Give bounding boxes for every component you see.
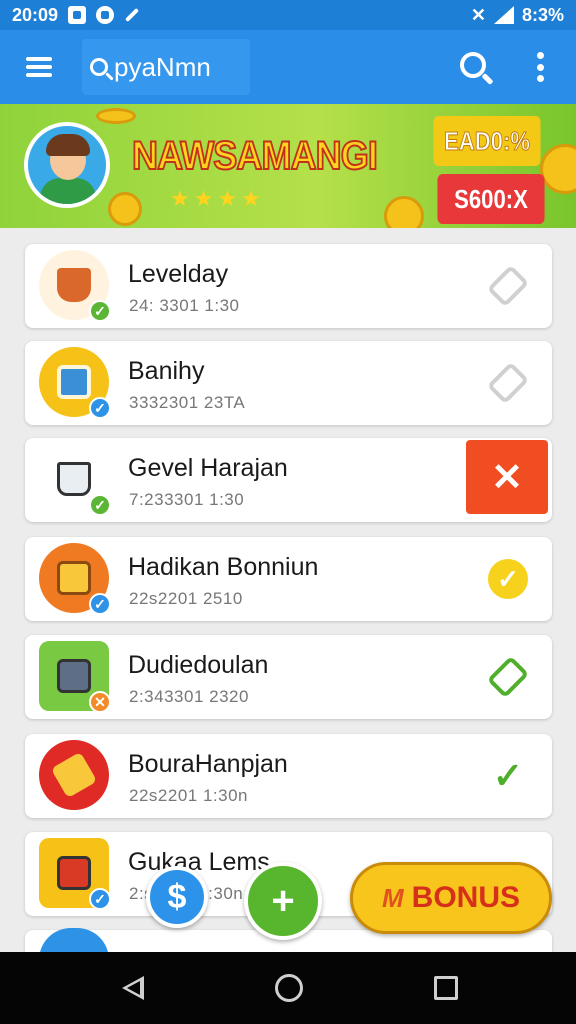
item-title: Hadikan Bonniun [128, 553, 319, 581]
tag-icon[interactable] [486, 264, 530, 308]
search-field-icon [90, 58, 108, 76]
money-button[interactable]: $ [146, 866, 208, 928]
item-title: BouraHanpjan [128, 750, 288, 778]
list-item[interactable]: BouraHanpjan 22s2201 1:30n ✓ [25, 734, 552, 818]
avatar [24, 122, 110, 208]
bonus-mark: M [381, 882, 404, 913]
coin-icon [108, 192, 142, 226]
list-item[interactable]: ✓ Hadikan Bonniun 22s2201 2510 ✓ [25, 537, 552, 621]
star-rating: ★★★★ [170, 186, 265, 211]
item-subtitle: 7:233301 1:30 [129, 490, 245, 509]
machine-icon: ✕ [39, 641, 111, 713]
notification-icon [68, 6, 87, 24]
list-item[interactable]: ✓ Levelday 24: 3301 1:30 [25, 244, 552, 328]
mute-icon: ✕ [470, 4, 486, 25]
overflow-icon[interactable] [536, 52, 544, 82]
promo-banner[interactable]: NAWSAMANGI ★★★★ EAD0:% S600:X [0, 104, 576, 228]
list-item[interactable]: ✓ Banihy 3332301 23TA [25, 341, 552, 425]
item-title: Banihy [128, 357, 205, 385]
scroll-icon: ✓ [39, 347, 111, 419]
home-icon[interactable] [275, 974, 303, 1002]
bonus-label: BONUS [411, 881, 520, 914]
back-icon[interactable] [122, 976, 144, 1000]
signal-icon [493, 6, 514, 24]
ticket-icon [39, 740, 111, 812]
search-input[interactable]: pyaNmn [82, 39, 250, 95]
menu-icon[interactable] [26, 57, 52, 77]
item-subtitle: 22s2201 1:30n [129, 786, 248, 805]
add-button[interactable]: + [244, 862, 322, 940]
banner-tag: EAD0:% [433, 116, 541, 166]
gift-icon: ✓ [39, 838, 111, 910]
tag-icon[interactable] [486, 655, 530, 699]
search-icon[interactable] [460, 52, 486, 78]
search-value: pyaNmn [114, 51, 211, 82]
app-bar: pyaNmn [0, 30, 576, 104]
coin-icon [384, 196, 424, 228]
item-subtitle: 22s2201 2510 [129, 589, 243, 608]
puzzle-icon: ✓ [39, 543, 111, 615]
status-bar: 20:09 ✕ 8:3% [0, 0, 576, 30]
item-title: Gukaa Lems [128, 848, 270, 876]
banner-tag: S600:X [437, 174, 545, 224]
edit-icon [124, 7, 140, 23]
coin-icon [540, 144, 576, 194]
list-item[interactable]: ✓ Gevel Harajan 7:233301 1:30 ✕ [25, 438, 552, 522]
status-time: 20:09 [12, 4, 59, 25]
battery-percent: 8:3% [521, 4, 564, 25]
teapot-icon: ✓ [39, 250, 111, 322]
coin-icon [96, 108, 136, 124]
link-icon[interactable] [486, 361, 530, 405]
item-title: Dudiedoulan [128, 651, 269, 679]
banner-title: NAWSAMANGI [131, 133, 379, 179]
alarm-icon [96, 6, 115, 24]
recents-icon[interactable] [434, 976, 458, 1000]
item-subtitle: 2:343301 2320 [129, 687, 249, 706]
item-title: Gevel Harajan [128, 454, 288, 482]
check-icon[interactable]: ✓ [486, 754, 530, 798]
navigation-bar [0, 952, 576, 1024]
list-item[interactable]: ✕ Dudiedoulan 2:343301 2320 [25, 635, 552, 719]
pot-icon: ✓ [39, 444, 111, 516]
close-button[interactable]: ✕ [466, 440, 548, 514]
item-subtitle: 3332301 23TA [129, 393, 246, 412]
bonus-button[interactable]: M BONUS [350, 862, 552, 934]
item-title: Levelday [128, 260, 229, 288]
check-icon[interactable]: ✓ [486, 557, 530, 601]
item-subtitle: 24: 3301 1:30 [129, 296, 240, 315]
